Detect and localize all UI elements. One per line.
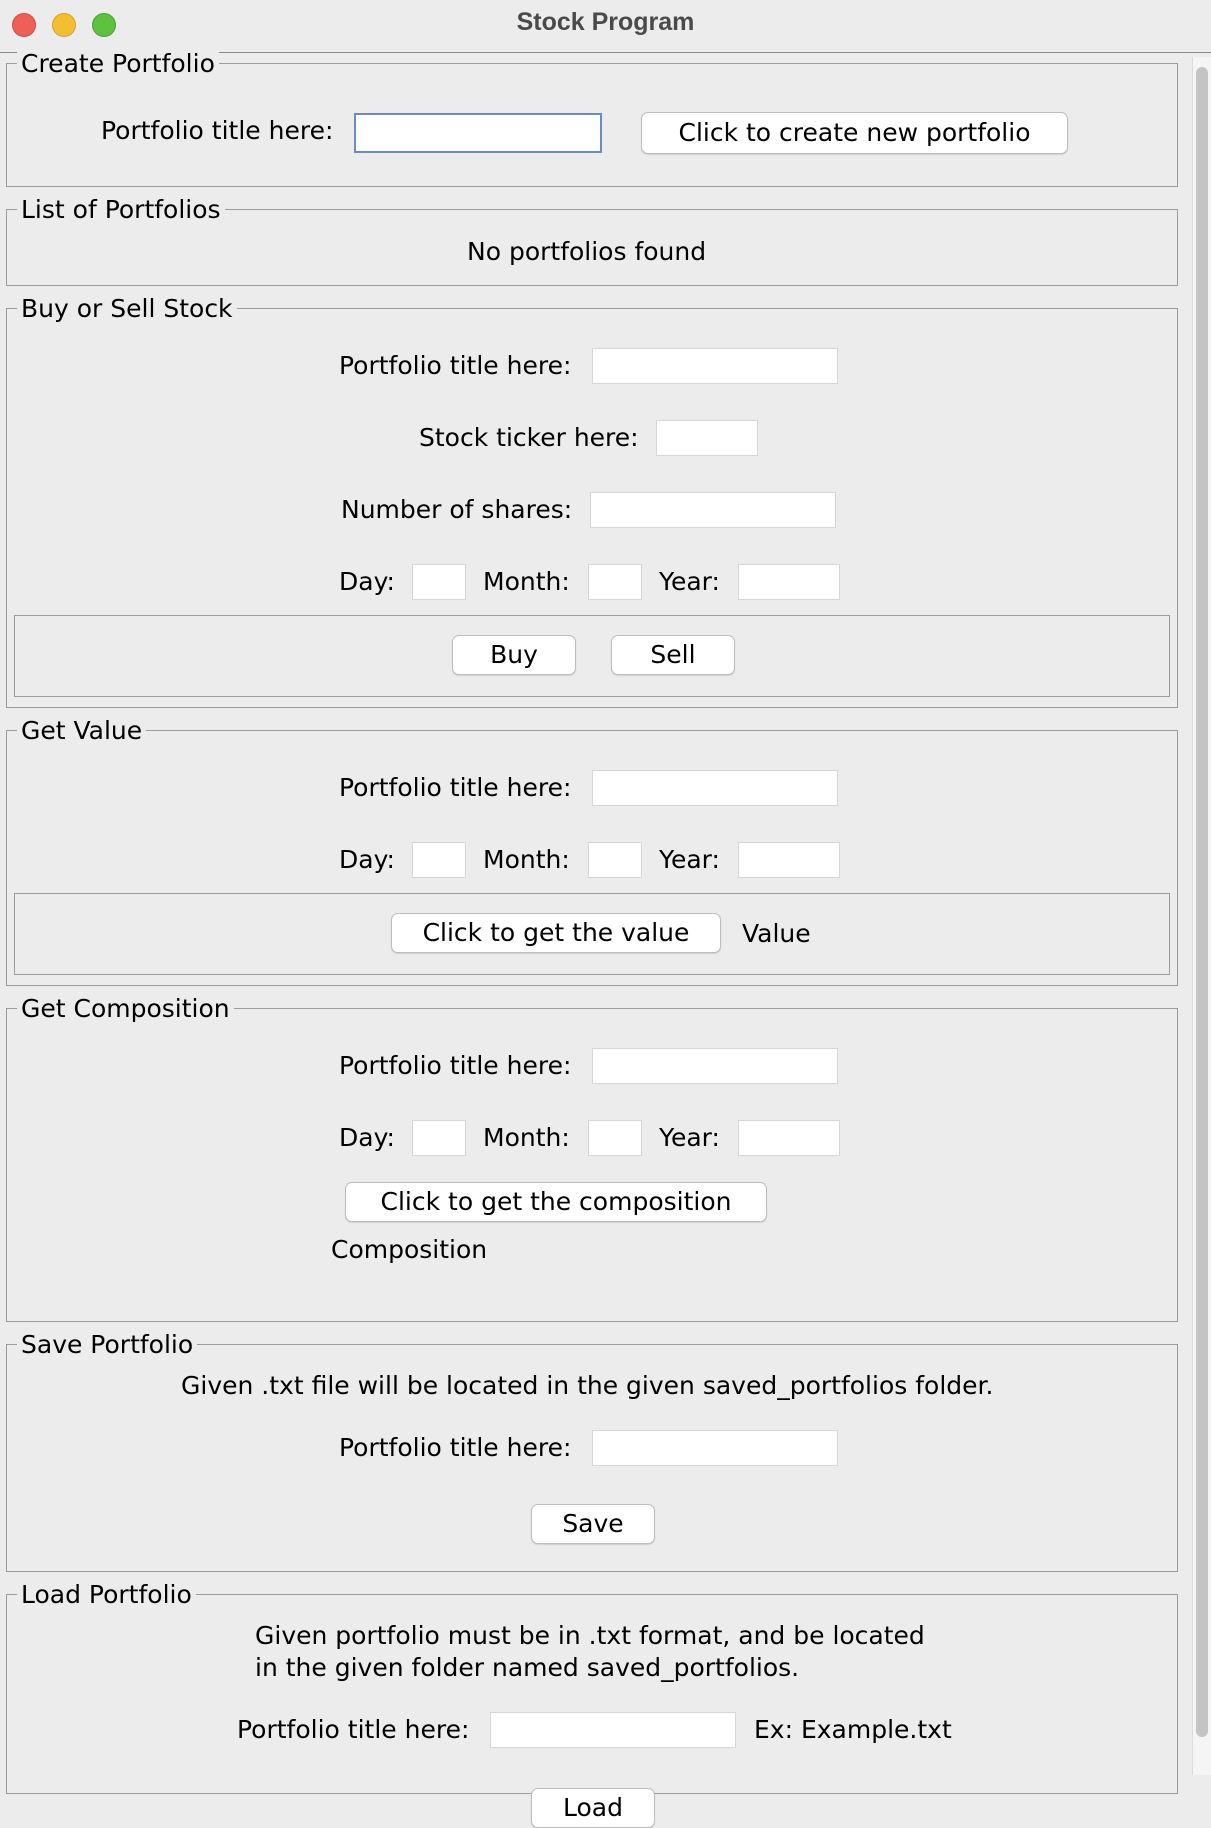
value-year-input[interactable] (738, 842, 840, 878)
shares-label: Number of shares: (341, 495, 573, 524)
load-portfolio-group: Load Portfolio Given portfolio must be i… (6, 1581, 1178, 1828)
value-year-label: Year: (659, 845, 720, 874)
trade-day-label: Day: (339, 567, 395, 596)
composition-day-input[interactable] (412, 1120, 466, 1156)
portfolio-list-empty-text: No portfolios found (467, 237, 707, 266)
save-title-label: Portfolio title here: (339, 1433, 572, 1462)
ticker-input[interactable] (656, 420, 758, 456)
value-month-label: Month: (483, 845, 570, 874)
save-portfolio-group: Save Portfolio Given .txt file will be l… (6, 1331, 1178, 1572)
main-panel: Create Portfolio Portfolio title here: C… (0, 50, 1190, 1828)
trade-month-input[interactable] (588, 564, 642, 600)
create-portfolio-legend: Create Portfolio (17, 50, 219, 78)
composition-title-label: Portfolio title here: (339, 1051, 572, 1080)
trade-month-label: Month: (483, 567, 570, 596)
load-example-text: Ex: Example.txt (754, 1715, 952, 1744)
save-title-input[interactable] (592, 1430, 838, 1466)
value-day-input[interactable] (412, 842, 466, 878)
composition-month-label: Month: (483, 1123, 570, 1152)
portfolio-list-group: List of Portfolios No portfolios found (6, 196, 1178, 286)
composition-year-label: Year: (659, 1123, 720, 1152)
portfolio-list-legend: List of Portfolios (17, 196, 225, 224)
create-portfolio-button[interactable]: Click to create new portfolio (641, 112, 1068, 154)
load-button[interactable]: Load (531, 1788, 655, 1828)
save-button[interactable]: Save (531, 1504, 655, 1544)
create-portfolio-group: Create Portfolio Portfolio title here: C… (6, 50, 1178, 187)
load-info-line2: in the given folder named saved_portfoli… (255, 1653, 800, 1682)
get-value-group: Get Value Portfolio title here: Day: Mon… (6, 717, 1178, 986)
shares-input[interactable] (590, 492, 836, 528)
trade-title-input[interactable] (592, 348, 838, 384)
trade-year-label: Year: (659, 567, 720, 596)
buy-button[interactable]: Buy (452, 635, 576, 675)
vertical-scrollbar[interactable] (1192, 57, 1211, 1775)
composition-year-input[interactable] (738, 1120, 840, 1156)
composition-result-text: Composition (331, 1235, 488, 1264)
buy-sell-legend: Buy or Sell Stock (17, 295, 237, 323)
value-day-label: Day: (339, 845, 395, 874)
trade-year-input[interactable] (738, 564, 840, 600)
composition-day-label: Day: (339, 1123, 395, 1152)
load-title-label: Portfolio title here: (237, 1715, 470, 1744)
buy-sell-button-panel: Buy Sell (14, 615, 1170, 697)
value-month-input[interactable] (588, 842, 642, 878)
sell-button[interactable]: Sell (611, 635, 735, 675)
get-composition-group: Get Composition Portfolio title here: Da… (6, 995, 1178, 1322)
value-title-label: Portfolio title here: (339, 773, 572, 802)
create-title-label: Portfolio title here: (101, 116, 334, 145)
value-title-input[interactable] (592, 770, 838, 806)
value-result-text: Value (742, 919, 811, 948)
composition-title-input[interactable] (592, 1048, 838, 1084)
load-portfolio-legend: Load Portfolio (17, 1581, 196, 1609)
scrollbar-thumb[interactable] (1196, 67, 1208, 1737)
load-title-input[interactable] (490, 1712, 736, 1748)
get-value-legend: Get Value (17, 717, 147, 745)
save-portfolio-legend: Save Portfolio (17, 1331, 198, 1359)
load-info-line1: Given portfolio must be in .txt format, … (255, 1621, 925, 1650)
create-title-input[interactable] (354, 113, 602, 153)
get-value-button[interactable]: Click to get the value (391, 913, 721, 953)
buy-sell-group: Buy or Sell Stock Portfolio title here: … (6, 295, 1178, 708)
get-composition-button[interactable]: Click to get the composition (345, 1182, 767, 1222)
get-composition-legend: Get Composition (17, 995, 234, 1023)
save-info-text: Given .txt file will be located in the g… (181, 1371, 994, 1400)
window-titlebar: Stock Program (0, 0, 1211, 53)
ticker-label: Stock ticker here: (419, 423, 639, 452)
trade-day-input[interactable] (412, 564, 466, 600)
composition-month-input[interactable] (588, 1120, 642, 1156)
window-title: Stock Program (516, 8, 695, 36)
trade-title-label: Portfolio title here: (339, 351, 572, 380)
get-value-button-panel: Click to get the value Value (14, 893, 1170, 975)
